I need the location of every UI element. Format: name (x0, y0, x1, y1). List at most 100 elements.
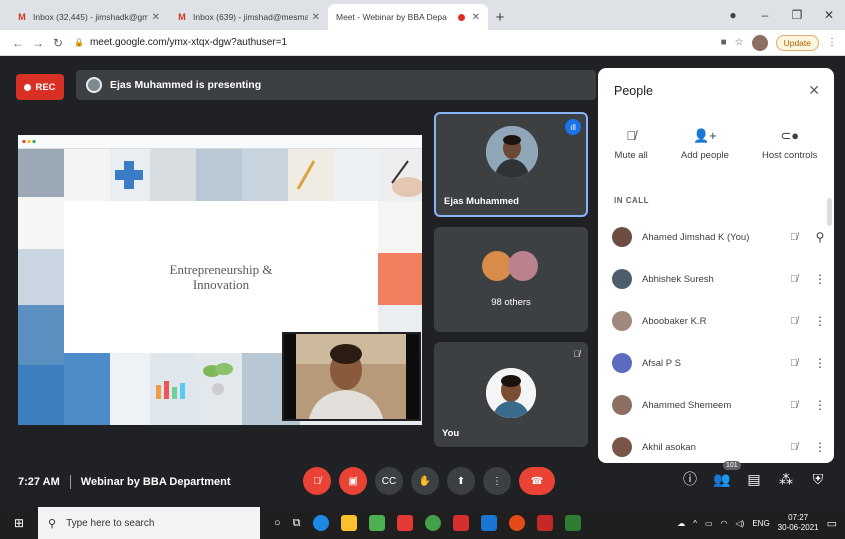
clock[interactable]: 07:27 30-06-2021 (778, 513, 819, 533)
outlook-icon[interactable] (480, 515, 497, 531)
forward-icon[interactable]: → (28, 36, 48, 50)
avatar (612, 311, 632, 331)
mic-off-icon: 🎙̸ (790, 231, 798, 243)
recording-indicator-icon (457, 13, 465, 21)
browser-tab-strip: M Inbox (32,445) - jimshadk@gmail ✕ M In… (0, 0, 845, 70)
chevron-up-icon[interactable]: ^ (693, 519, 697, 528)
participant-row[interactable]: Afsal P S 🎙̸ ⋮ (598, 342, 834, 384)
close-window-icon[interactable]: ✕ (813, 8, 845, 22)
close-icon[interactable]: ✕ (312, 12, 320, 23)
add-people-button[interactable]: 👤+ Add people (681, 128, 729, 161)
participant-row[interactable]: Abhishek Suresh 🎙̸ ⋮ (598, 258, 834, 300)
more-icon[interactable]: ⋮ (806, 440, 834, 454)
divider (69, 475, 71, 489)
add-person-icon: 👤+ (693, 128, 717, 143)
recording-badge: REC (16, 74, 64, 100)
minimize-icon[interactable]: – (749, 8, 781, 22)
avatar (612, 395, 632, 415)
mute-all-button[interactable]: 🎙̸ Mute all (615, 128, 648, 161)
mail-icon[interactable] (396, 515, 413, 531)
activities-icon[interactable]: ⁂ (777, 471, 795, 488)
pin-icon[interactable]: ⚲ (806, 230, 834, 244)
menu-dots-icon[interactable]: ⋮ (827, 37, 837, 48)
participant-row[interactable]: Ahamed Jimshad K (You) 🎙̸ ⚲ (598, 216, 834, 258)
tile-self[interactable]: 🎙̸ You (434, 342, 588, 447)
restore-icon[interactable]: ❐ (781, 8, 813, 22)
more-icon[interactable]: ⋮ (806, 398, 834, 412)
avatar (612, 227, 632, 247)
mic-off-icon: 🎙̸ (790, 441, 798, 453)
participant-row[interactable]: Aboobaker K.R 🎙̸ ⋮ (598, 300, 834, 342)
profile-avatar[interactable] (751, 34, 768, 51)
meeting-info: 7:27 AM Webinar by BBA Department (18, 475, 231, 489)
tab-gmail-2[interactable]: M Inbox (639) - jimshad@mesmara ✕ (168, 4, 328, 30)
notifications-icon[interactable]: ▭ (827, 517, 837, 530)
toggle-icon: ⊂● (780, 128, 800, 143)
meet-control-bar: 7:27 AM Webinar by BBA Department 🎙̸ ▣̸ … (0, 459, 845, 507)
participant-name: Aboobaker K.R (642, 315, 707, 327)
presenting-banner: Ejas Muhammed is presenting (76, 70, 596, 100)
camera-off-icon: ▣̸ (348, 475, 358, 487)
participant-row[interactable]: Akhil asokan 🎙̸ ⋮ (598, 426, 834, 463)
profile-circle-icon[interactable]: ● (717, 8, 749, 22)
pencil-icon (296, 160, 316, 190)
explorer-icon[interactable] (368, 515, 385, 531)
mic-off-icon: 🎙̸ (573, 349, 580, 359)
wifi-icon[interactable]: ◠ (721, 519, 728, 528)
star-icon[interactable]: ☆ (735, 37, 744, 48)
collage-tile (18, 365, 64, 425)
close-icon[interactable]: ✕ (472, 12, 480, 23)
pdf-icon[interactable] (452, 515, 469, 531)
address-bar[interactable]: 🔒 meet.google.com/ymx-xtqx-dgw?authuser=… (74, 37, 721, 48)
taskbar-search[interactable]: ⚲ Type here to search (38, 507, 260, 539)
document-icon[interactable] (536, 515, 553, 531)
info-icon[interactable]: ⓘ (681, 469, 699, 489)
update-button[interactable]: Update (775, 34, 819, 51)
tile-presenter[interactable]: ıll Ejas Muhammed (434, 112, 588, 217)
language-indicator[interactable]: ENG (752, 519, 769, 528)
back-icon[interactable]: ← (8, 36, 28, 50)
more-icon[interactable]: ⋮ (806, 356, 834, 370)
more-icon[interactable]: ⋮ (806, 272, 834, 286)
mic-toggle-button[interactable]: 🎙̸ (303, 467, 331, 495)
tile-others[interactable]: 98 others (434, 227, 588, 332)
lock-icon: 🔒 (74, 38, 84, 47)
hang-up-icon: ☎ (530, 475, 544, 487)
store-icon[interactable] (340, 515, 357, 531)
tab-meet[interactable]: ■ Meet - Webinar by BBA Depa ✕ (328, 4, 488, 70)
url-text: meet.google.com/ymx-xtqx-dgw?authuser=1 (89, 37, 288, 48)
close-icon[interactable]: ✕ (152, 12, 160, 23)
new-tab-button[interactable]: + (488, 4, 512, 30)
camera-icon[interactable]: ■ (721, 37, 727, 48)
pinned-apps: ○ ⧉ (274, 515, 581, 531)
tab-gmail-1[interactable]: M Inbox (32,445) - jimshadk@gmail ✕ (8, 4, 168, 30)
chrome-icon[interactable] (424, 515, 441, 531)
more-options-button[interactable]: ⋮ (483, 467, 511, 495)
cloud-icon[interactable]: ☁ (677, 519, 685, 528)
present-button[interactable]: ⬆ (447, 467, 475, 495)
edge-icon[interactable] (312, 515, 329, 531)
captions-button[interactable]: CC (375, 467, 403, 495)
participant-row[interactable]: Ahammed Shemeem 🎙̸ ⋮ (598, 384, 834, 426)
windows-start-icon[interactable]: ⊞ (0, 516, 38, 530)
leave-call-button[interactable]: ☎ (519, 467, 555, 495)
cortana-icon[interactable]: ○ (274, 517, 281, 529)
host-controls-button[interactable]: ⊂● Host controls (762, 128, 817, 161)
collage-tile (378, 149, 422, 201)
camera-toggle-button[interactable]: ▣̸ (339, 467, 367, 495)
task-view-icon[interactable]: ⧉ (293, 517, 301, 530)
host-shield-icon[interactable]: ⛨ (809, 471, 827, 488)
people-icon[interactable]: 👥 (713, 471, 731, 488)
close-panel-icon[interactable]: ✕ (808, 82, 820, 99)
more-icon[interactable]: ⋮ (806, 314, 834, 328)
reload-icon[interactable]: ↻ (48, 36, 68, 50)
present-icon: ⬆ (456, 475, 466, 487)
raise-hand-button[interactable]: ✋ (411, 467, 439, 495)
chat-icon[interactable]: ▤ (745, 471, 763, 488)
in-call-heading: IN CALL (614, 196, 650, 205)
battery-icon[interactable]: ▭ (705, 519, 713, 528)
avatar (612, 437, 632, 457)
powerpoint-icon[interactable] (508, 515, 525, 531)
excel-icon[interactable] (564, 515, 581, 531)
volume-icon[interactable]: ◁) (736, 519, 745, 528)
